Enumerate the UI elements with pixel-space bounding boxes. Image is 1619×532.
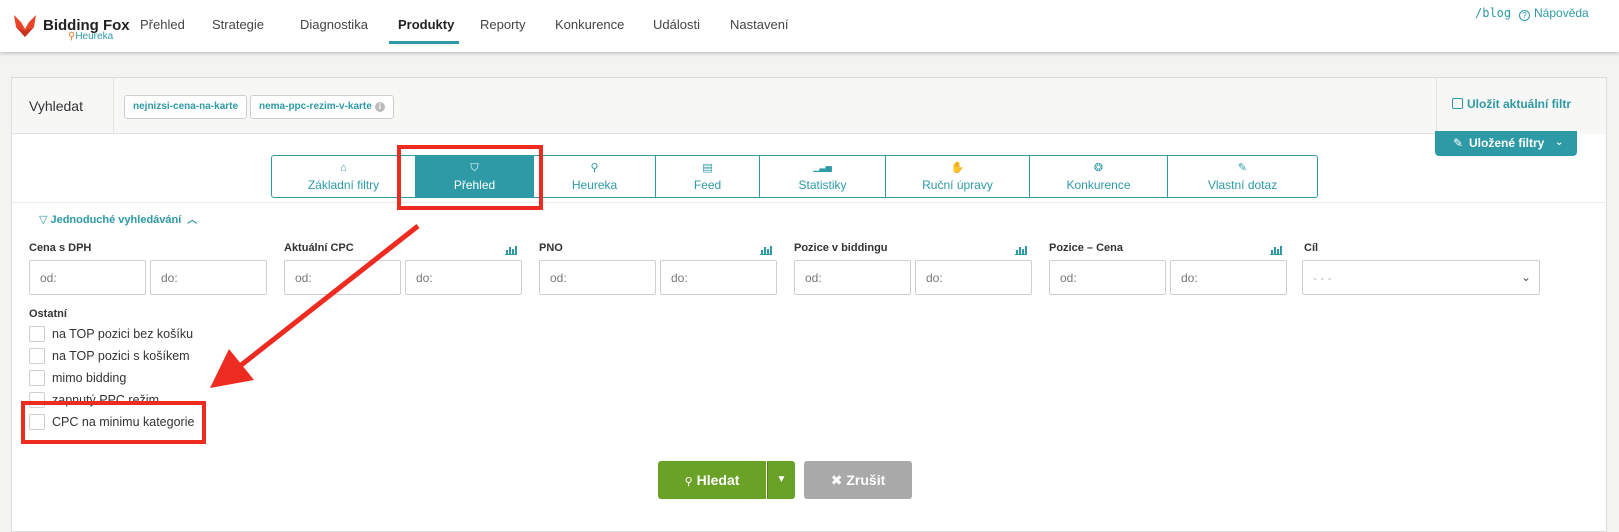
tab-konkurence[interactable]: ❂ Konkurence: [1030, 156, 1168, 197]
nav-item-udalosti[interactable]: Události: [653, 17, 700, 32]
checkbox[interactable]: [29, 348, 45, 364]
group-icon: ❂: [1093, 162, 1104, 174]
pozice-cena-to-input[interactable]: [1170, 260, 1287, 295]
pencil-icon: ✎: [1237, 162, 1248, 174]
list-icon: ▤: [702, 162, 713, 174]
question-icon: ?: [1519, 10, 1530, 21]
simple-search-toggle[interactable]: ▽ Jednoduché vyhledávání ︿: [39, 211, 197, 226]
filter-tabs: ⌂ Základní filtry ⛉ Přehled ⚲ Heureka ▤ …: [271, 155, 1318, 198]
caret-down-icon: ▼: [776, 474, 787, 485]
hand-icon: ✋: [950, 162, 965, 174]
help-link[interactable]: ? Nápověda: [1519, 6, 1589, 21]
nav-item-diagnostika[interactable]: Diagnostika: [300, 17, 368, 32]
tab-statistiky[interactable]: ▁▃▅ Statistiky: [760, 156, 886, 197]
filter-label-cil: Cíl: [1304, 242, 1319, 254]
inbox-icon: ⛉: [470, 162, 479, 174]
search-check-icon: ⚲: [590, 162, 599, 174]
section-divider: [12, 202, 1606, 203]
active-nav-indicator: [389, 41, 459, 44]
checkbox[interactable]: [29, 326, 45, 342]
tab-heureka[interactable]: ⚲ Heureka: [534, 156, 656, 197]
cena-from-input[interactable]: [29, 260, 146, 295]
checkbox[interactable]: [29, 414, 45, 430]
tab-zakladni-filtry[interactable]: ⌂ Základní filtry: [272, 156, 416, 197]
blog-link[interactable]: /blog: [1475, 6, 1511, 20]
filter-label-cena: Cena s DPH: [29, 242, 92, 254]
search-icon: ⚲: [684, 476, 693, 488]
home-icon: ⌂: [340, 162, 347, 174]
tab-prehled[interactable]: ⛉ Přehled: [416, 156, 534, 197]
nav-item-nastaveni[interactable]: Nastavení: [730, 17, 789, 32]
funnel-icon: ▽: [39, 214, 48, 226]
pencil-icon: ✎: [1453, 136, 1464, 150]
fox-icon: [14, 15, 36, 37]
cancel-button[interactable]: ✖ Zrušit: [804, 461, 912, 499]
search-divider: [113, 78, 114, 134]
close-icon: ✖: [830, 472, 843, 488]
filter-label-cpc: Aktuální CPC: [284, 242, 354, 254]
save-filter-label: Uložit aktuální filtr: [1467, 97, 1572, 111]
pozice-bidding-from-input[interactable]: [794, 260, 911, 295]
bidding-fox-logo[interactable]: Bidding Fox ⚲Heureka: [12, 10, 137, 44]
bar-chart-icon[interactable]: [505, 245, 517, 255]
pozice-bidding-to-input[interactable]: [915, 260, 1032, 295]
others-label: Ostatní: [29, 308, 67, 320]
bar-chart-icon[interactable]: [760, 245, 772, 255]
search-label: Vyhledat: [29, 98, 83, 114]
product-filter-panel: Vyhledat nejnizsi-cena-na-karte nema-ppc…: [11, 77, 1607, 532]
cpc-to-input[interactable]: [405, 260, 522, 295]
goal-select[interactable]: - - - ⌄: [1302, 260, 1540, 295]
checkbox[interactable]: [29, 370, 45, 386]
search-button[interactable]: ⚲ Hledat: [658, 461, 766, 499]
cena-to-input[interactable]: [150, 260, 267, 295]
chevron-down-icon: ⌄: [1520, 270, 1531, 284]
save-current-filter-button[interactable]: Uložit aktuální filtr: [1436, 78, 1606, 134]
filter-label-pozice-bidding: Pozice v biddingu: [794, 242, 888, 254]
bar-chart-icon[interactable]: [1270, 245, 1282, 255]
info-icon[interactable]: i: [374, 102, 385, 112]
saved-filters-button[interactable]: ✎ Uložené filtry ⌄: [1435, 131, 1577, 156]
search-dropdown-button[interactable]: ▼: [767, 461, 795, 499]
filter-label-pozice-cena: Pozice – Cena: [1049, 242, 1123, 254]
bar-chart-icon[interactable]: [1015, 245, 1027, 255]
chevron-up-icon: ︿: [187, 215, 198, 226]
nav-item-konkurence[interactable]: Konkurence: [555, 17, 624, 32]
checkbox[interactable]: [29, 392, 45, 408]
saved-filters-label: Uložené filtry: [1469, 136, 1545, 150]
bar-chart-icon: ▁▃▅: [813, 163, 832, 172]
nav-item-reporty[interactable]: Reporty: [480, 17, 526, 32]
tab-feed[interactable]: ▤ Feed: [656, 156, 760, 197]
cpc-from-input[interactable]: [284, 260, 401, 295]
filter-label-pno: PNO: [539, 242, 563, 254]
filter-tag[interactable]: nejnizsi-cena-na-karte: [124, 95, 248, 119]
pno-to-input[interactable]: [660, 260, 777, 295]
floppy-disk-icon: [1452, 98, 1463, 109]
tab-rucni-upravy[interactable]: ✋ Ruční úpravy: [886, 156, 1030, 197]
tab-vlastni-dotaz[interactable]: ✎ Vlastní dotaz: [1168, 156, 1317, 197]
brand-sub: ⚲Heureka: [68, 31, 114, 42]
top-navigation-bar: Bidding Fox ⚲Heureka Přehled Strategie D…: [0, 0, 1619, 52]
nav-item-prehled[interactable]: Přehled: [140, 17, 185, 32]
search-bar: Vyhledat nejnizsi-cena-na-karte nema-ppc…: [12, 78, 1606, 134]
pno-from-input[interactable]: [539, 260, 656, 295]
pozice-cena-from-input[interactable]: [1049, 260, 1166, 295]
nav-item-produkty[interactable]: Produkty: [398, 17, 454, 32]
filter-tag[interactable]: nema-ppc-rezim-v-karte i: [250, 95, 394, 119]
nav-item-strategie[interactable]: Strategie: [212, 17, 264, 32]
chevron-down-icon: ⌄: [1555, 137, 1564, 148]
